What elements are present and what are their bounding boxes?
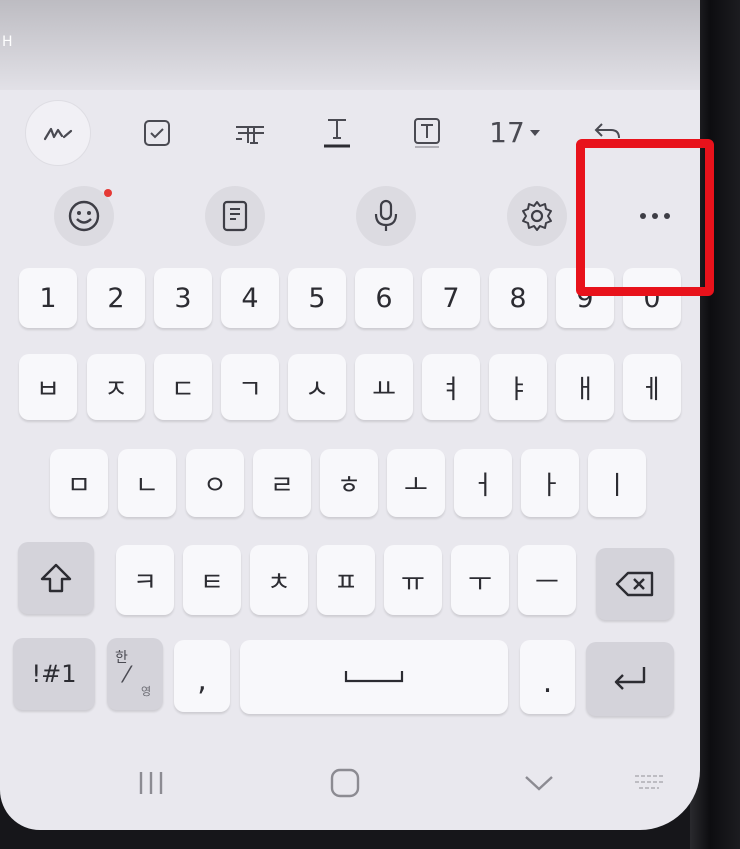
key-2[interactable]: 2 <box>87 268 145 328</box>
notification-dot <box>104 189 112 197</box>
key-jamo[interactable]: ㄷ <box>154 354 212 420</box>
key-jamo[interactable]: ㅌ <box>183 545 241 615</box>
key-jamo[interactable]: ㅇ <box>186 449 244 517</box>
recent-apps-icon <box>136 769 166 797</box>
key-jamo[interactable]: ㅏ <box>521 449 579 517</box>
underline-text-icon <box>322 116 352 150</box>
underline-text-button[interactable] <box>308 95 366 170</box>
language-switch-key[interactable]: 한 ⁄ 영 <box>107 638 163 710</box>
key-jamo[interactable]: ㅜ <box>451 545 509 615</box>
phone-screen: H 17 1 2 3 4 5 6 7 8 9 0 ㅂ ㅈ ㄷ ㄱ ㅅ ㅛ ㅕ ㅑ… <box>0 0 700 830</box>
key-jamo[interactable]: ㅓ <box>454 449 512 517</box>
handwriting-button[interactable] <box>22 95 94 170</box>
key-1[interactable]: 1 <box>19 268 77 328</box>
enter-return-icon <box>610 664 650 694</box>
backspace-key[interactable] <box>596 548 674 620</box>
comma-key[interactable]: , <box>174 640 230 712</box>
key-jamo[interactable]: ㅠ <box>384 545 442 615</box>
key-5[interactable]: 5 <box>288 268 346 328</box>
key-6[interactable]: 6 <box>355 268 413 328</box>
key-jamo[interactable]: ㅊ <box>250 545 308 615</box>
app-content-area: H <box>0 0 700 90</box>
key-jamo[interactable]: ㅕ <box>422 354 480 420</box>
settings-button[interactable] <box>507 186 567 246</box>
key-jamo[interactable]: ㅍ <box>317 545 375 615</box>
keyboard-switch-button[interactable] <box>624 760 674 806</box>
key-jamo[interactable]: ㅎ <box>320 449 378 517</box>
partial-status-text: H <box>2 34 13 50</box>
shift-key[interactable] <box>18 542 94 614</box>
strikethrough-text-icon <box>234 119 268 147</box>
lang-english-label: 영 <box>141 685 152 698</box>
phone-photo: H 17 1 2 3 4 5 6 7 8 9 0 ㅂ ㅈ ㄷ ㄱ ㅅ ㅛ ㅕ ㅑ… <box>0 0 740 849</box>
period-key[interactable]: . <box>520 640 575 714</box>
key-jamo[interactable]: ㅐ <box>556 354 614 420</box>
key-jamo[interactable]: ㅂ <box>19 354 77 420</box>
emoji-icon <box>67 199 101 233</box>
checkbox-icon <box>142 118 172 148</box>
key-jamo[interactable]: ㅔ <box>623 354 681 420</box>
text-style-button[interactable] <box>222 95 280 170</box>
key-jamo[interactable]: ㅛ <box>355 354 413 420</box>
backspace-icon <box>614 569 656 599</box>
clipboard-button[interactable] <box>205 186 265 246</box>
font-size-value: 17 <box>489 116 525 149</box>
space-bar[interactable] <box>240 640 508 714</box>
slash-separator: ⁄ <box>125 663 129 688</box>
key-jamo[interactable]: ㅗ <box>387 449 445 517</box>
key-jamo[interactable]: ㅈ <box>87 354 145 420</box>
microphone-icon <box>371 198 401 234</box>
checkbox-button[interactable] <box>128 95 186 170</box>
key-4[interactable]: 4 <box>221 268 279 328</box>
key-jamo[interactable]: ㄴ <box>118 449 176 517</box>
chevron-down-icon <box>523 773 555 793</box>
clipboard-icon <box>220 199 250 233</box>
emoji-button[interactable] <box>54 186 114 246</box>
home-square-icon <box>329 767 361 799</box>
key-jamo[interactable]: ㄹ <box>253 449 311 517</box>
gear-icon <box>520 199 554 233</box>
recent-apps-button[interactable] <box>128 760 174 806</box>
text-box-icon <box>412 116 442 150</box>
key-jamo[interactable]: ㅣ <box>588 449 646 517</box>
handwriting-icon <box>25 99 91 166</box>
space-icon <box>342 667 406 687</box>
voice-input-button[interactable] <box>356 186 416 246</box>
keyboard-icon <box>629 771 669 795</box>
symbols-key[interactable]: !#1 <box>13 638 95 710</box>
font-size-selector[interactable]: 17 <box>480 95 550 170</box>
key-jamo[interactable]: ㅑ <box>489 354 547 420</box>
text-box-button[interactable] <box>398 95 456 170</box>
key-jamo[interactable]: ㅁ <box>50 449 108 517</box>
enter-key[interactable] <box>586 642 674 716</box>
key-8[interactable]: 8 <box>489 268 547 328</box>
caret-down-icon <box>529 128 541 138</box>
key-jamo[interactable]: ㅡ <box>518 545 576 615</box>
key-jamo[interactable]: ㅅ <box>288 354 346 420</box>
key-jamo[interactable]: ㅋ <box>116 545 174 615</box>
red-highlight-box <box>576 139 714 296</box>
key-jamo[interactable]: ㄱ <box>221 354 279 420</box>
shift-arrow-icon <box>38 561 74 595</box>
key-3[interactable]: 3 <box>154 268 212 328</box>
key-7[interactable]: 7 <box>422 268 480 328</box>
home-button[interactable] <box>322 760 368 806</box>
hide-keyboard-button[interactable] <box>516 760 562 806</box>
